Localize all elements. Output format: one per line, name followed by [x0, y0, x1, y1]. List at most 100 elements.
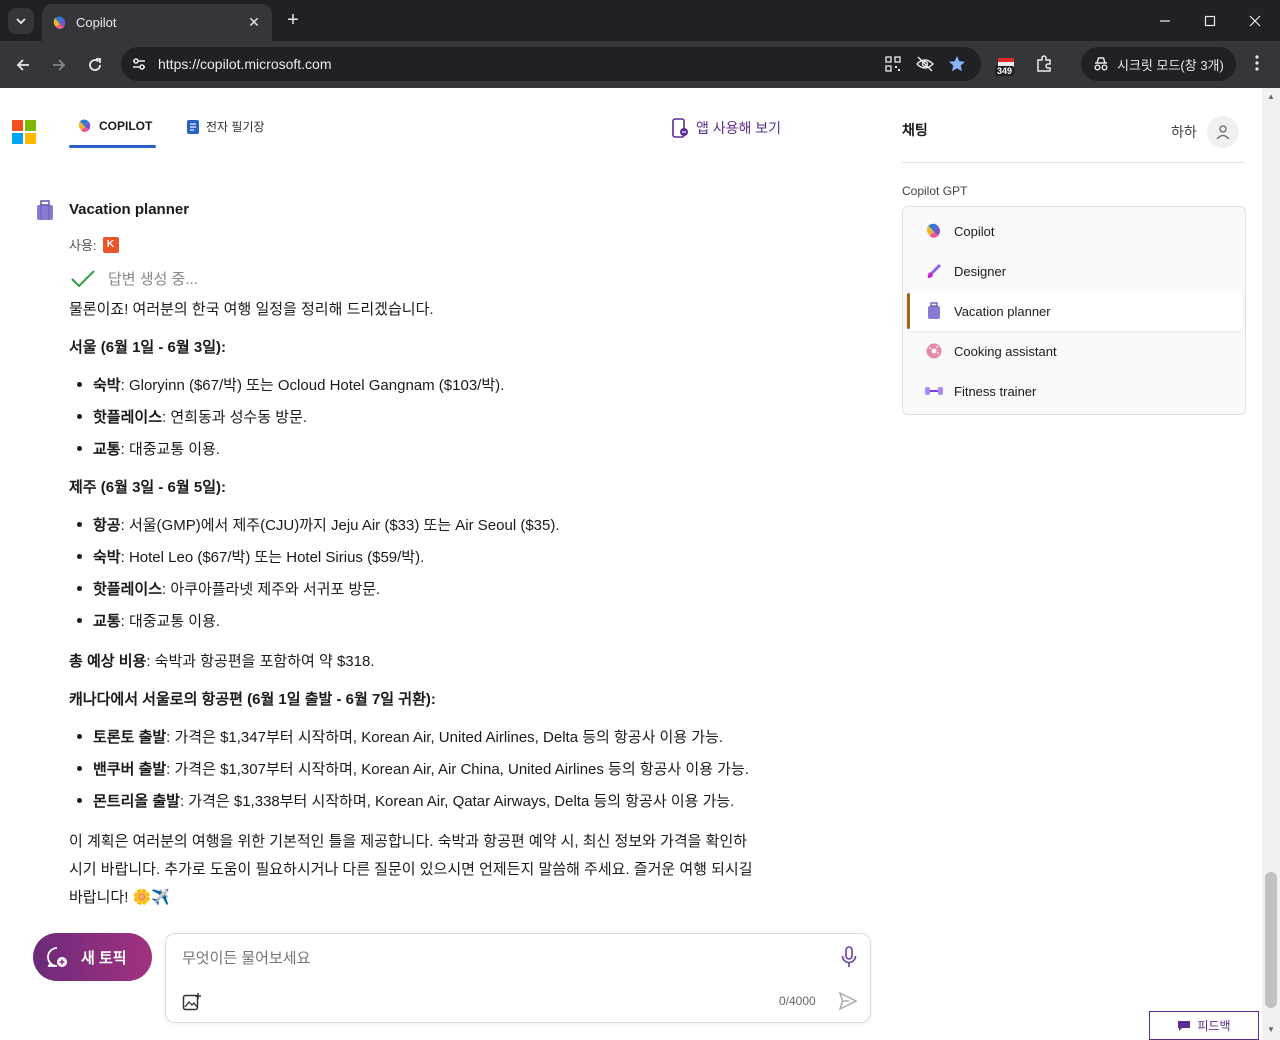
user-name[interactable]: 하하 — [1171, 122, 1197, 142]
chevron-down-icon — [16, 18, 26, 25]
list-item: 핫플레이스: 연희동과 성수동 방문. — [69, 406, 307, 427]
back-button[interactable] — [9, 51, 37, 79]
scroll-down-arrow[interactable]: ▼ — [1265, 1024, 1277, 1036]
site-info-icon[interactable] — [129, 54, 149, 74]
tab-notebook[interactable]: 전자 필기장 — [186, 118, 265, 135]
status-text: 답변 생성 중... — [108, 271, 198, 288]
reload-button[interactable] — [81, 51, 109, 79]
bot-name: Vacation planner — [69, 201, 190, 218]
feedback-label: 피드백 — [1197, 1019, 1231, 1033]
gpt-item-fitness-trainer[interactable]: Fitness trainer — [907, 371, 1243, 411]
total-cost: 총 예상 비용: 숙박과 항공편을 포함하여 약 $318. — [69, 653, 375, 670]
close-icon — [1249, 15, 1261, 26]
gpt-item-label: Cooking assistant — [954, 343, 1057, 359]
eye-off-icon[interactable] — [915, 54, 935, 74]
minimize-icon — [1160, 19, 1170, 22]
closing-line: 이 계획은 여러분의 여행을 위한 기본적인 틀을 제공합니다. 숙박과 항공편… — [69, 833, 748, 850]
microphone-icon[interactable] — [839, 946, 859, 968]
donut-icon — [924, 341, 944, 361]
incognito-icon — [1094, 57, 1108, 71]
designer-brush-icon — [924, 261, 944, 281]
forward-button[interactable] — [45, 51, 73, 79]
tab-close-icon[interactable]: ✕ — [246, 14, 262, 31]
notebook-icon — [187, 119, 199, 134]
suitcase-icon — [924, 301, 944, 321]
gpt-list: Copilot Designer Vacation planner Cookin… — [902, 206, 1246, 415]
list-item: 토론토 출발: 가격은 $1,347부터 시작하며, Korean Air, U… — [69, 726, 723, 747]
list-item: 항공: 서울(GMP)에서 제주(CJU)까지 Jeju Air ($33) 또… — [69, 514, 560, 535]
extensions-puzzle-icon[interactable] — [1033, 53, 1055, 75]
gpt-item-vacation-planner[interactable]: Vacation planner — [907, 291, 1243, 331]
copilot-icon — [924, 221, 944, 241]
try-app-label: 앱 사용해 보기 — [696, 120, 782, 136]
tab-notebook-label: 전자 필기장 — [206, 120, 265, 134]
microsoft-logo-icon[interactable] — [12, 120, 36, 144]
section-heading-jeju: 제주 (6월 3일 - 6월 5일): — [69, 479, 226, 496]
comment-icon — [1178, 1020, 1191, 1031]
using-label: 사용: — [69, 238, 97, 253]
checkmark-icon — [71, 269, 95, 287]
gpt-item-designer[interactable]: Designer — [907, 251, 1243, 291]
scrollbar-thumb[interactable] — [1265, 872, 1277, 1008]
browser-tab-copilot[interactable]: Copilot ✕ — [42, 4, 272, 41]
copilot-favicon-icon — [53, 16, 66, 29]
dumbbell-icon — [924, 381, 944, 401]
incognito-label: 시크릿 모드(창 3개) — [1117, 57, 1224, 73]
list-item: 몬트리올 출발: 가격은 $1,338부터 시작하며, Korean Air, … — [69, 790, 734, 811]
phone-app-icon — [672, 118, 688, 138]
new-topic-label: 새 토픽 — [81, 949, 127, 967]
gpt-item-cooking-assistant[interactable]: Cooking assistant — [907, 331, 1243, 371]
try-app-link[interactable]: 앱 사용해 보기 — [670, 118, 781, 138]
closing-line: 바랍니다! 🌼✈️ — [69, 889, 170, 906]
message-composer: 0/4000 — [165, 933, 871, 1023]
minimize-button[interactable] — [1142, 0, 1188, 41]
address-bar[interactable]: https://copilot.microsoft.com — [121, 47, 981, 81]
browser-menu-button[interactable] — [1246, 52, 1268, 74]
gpt-item-label: Copilot — [954, 223, 995, 239]
suitcase-icon — [37, 200, 53, 220]
feedback-button[interactable]: 피드백 — [1149, 1011, 1259, 1040]
sidebar-title: 채팅 — [902, 122, 928, 138]
list-item: 숙박: Gloryinn ($67/박) 또는 Ocloud Hotel Gan… — [69, 374, 504, 395]
list-item: 핫플레이스: 아쿠아플라넷 제주와 서귀포 방문. — [69, 578, 380, 599]
gpt-item-label: Fitness trainer — [954, 383, 1037, 399]
more-vert-icon — [1255, 55, 1259, 71]
tab-copilot[interactable]: COPILOT — [77, 118, 152, 134]
new-topic-button[interactable]: 새 토픽 — [33, 933, 152, 981]
close-window-button[interactable] — [1232, 0, 1278, 41]
avatar[interactable] — [1207, 116, 1239, 148]
incognito-indicator[interactable]: 시크릿 모드(창 3개) — [1081, 47, 1236, 81]
tab-title: Copilot — [76, 15, 117, 30]
closing-line: 시기 바랍니다. 추가로 도움이 필요하시거나 다른 질문이 있으시면 언제든지… — [69, 861, 753, 878]
list-item: 숙박: Hotel Leo ($67/박) 또는 Hotel Sirius ($… — [69, 546, 424, 567]
plugin-badge[interactable]: K — [102, 236, 119, 253]
copilot-icon — [78, 119, 91, 132]
tab-copilot-label: COPILOT — [99, 119, 153, 133]
qr-code-icon[interactable] — [883, 54, 903, 74]
list-item: 교통: 대중교통 이용. — [69, 438, 220, 459]
send-icon[interactable] — [838, 991, 858, 1011]
gpt-item-copilot[interactable]: Copilot — [907, 211, 1243, 251]
reload-icon — [89, 58, 101, 71]
using-plugin-row: 사용: K — [69, 235, 119, 254]
bookmark-star-icon[interactable] — [947, 54, 967, 74]
active-tab-indicator — [69, 145, 156, 148]
message-intro: 물론이죠! 여러분의 한국 여행 일정을 정리해 드리겠습니다. — [69, 301, 434, 318]
list-item: 교통: 대중교통 이용. — [69, 610, 220, 631]
scroll-up-arrow[interactable]: ▲ — [1265, 91, 1277, 103]
new-tab-button[interactable]: + — [282, 9, 304, 31]
url-text: https://copilot.microsoft.com — [158, 56, 332, 72]
sidebar-divider — [902, 162, 1245, 163]
section-heading-flights: 캐나다에서 서울로의 항공편 (6월 1일 출발 - 6월 7일 귀환): — [69, 691, 436, 708]
maximize-button[interactable] — [1187, 0, 1233, 41]
arrow-left-icon — [16, 59, 29, 71]
new-chat-icon — [47, 947, 67, 967]
tab-search-button[interactable] — [8, 8, 34, 34]
image-upload-icon[interactable] — [182, 992, 202, 1012]
character-counter: 0/4000 — [779, 994, 816, 1008]
arrow-right-icon — [53, 59, 66, 71]
extension-badge: 349 — [995, 66, 1015, 76]
chat-input[interactable] — [182, 950, 822, 967]
gpt-item-label: Vacation planner — [954, 303, 1051, 319]
section-heading-seoul: 서울 (6월 1일 - 6월 3일): — [69, 339, 226, 356]
